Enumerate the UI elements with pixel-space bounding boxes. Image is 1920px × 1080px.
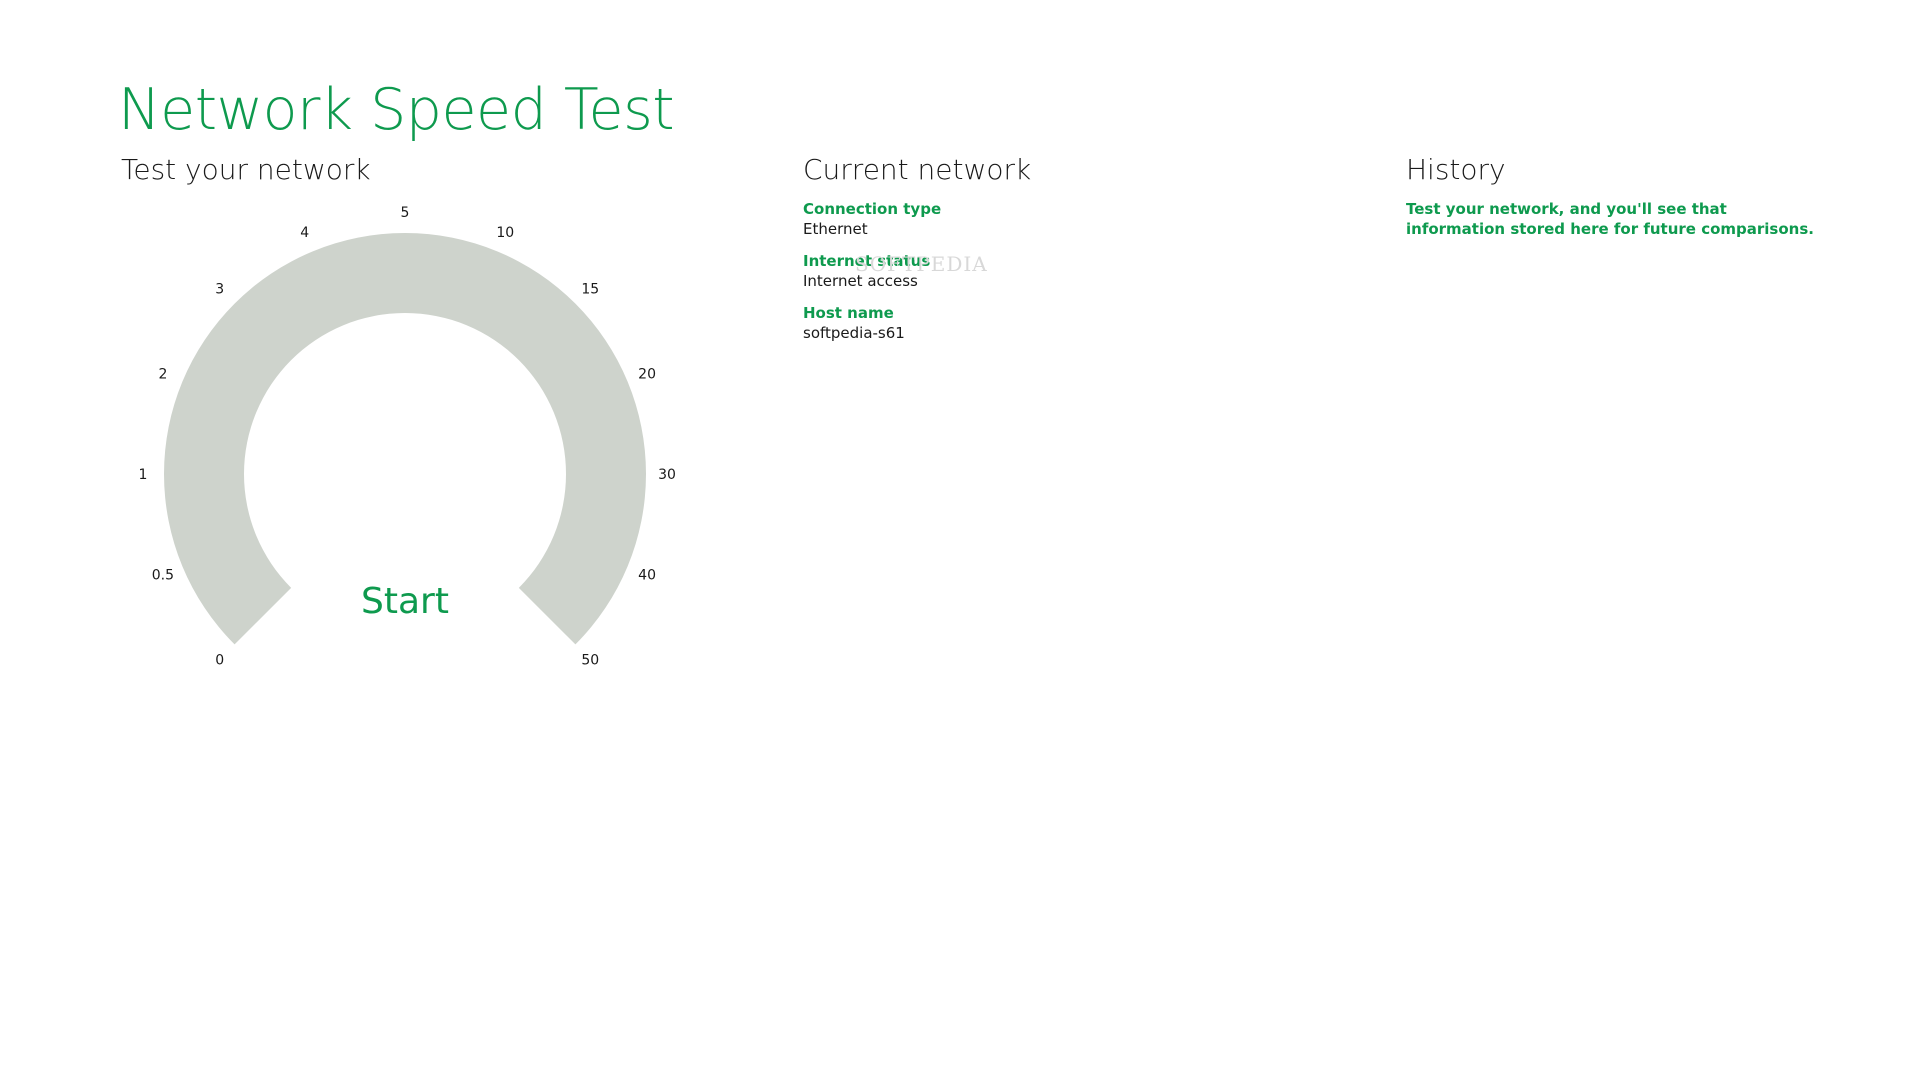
gauge-tick: 0.5 [152, 567, 174, 583]
gauge-tick: 15 [581, 282, 599, 298]
current-network-panel: Connection type Ethernet Internet status… [803, 199, 1163, 355]
history-section-title: History [1406, 153, 1506, 186]
gauge-tick: 40 [638, 567, 656, 583]
app-page: Network Speed Test Test your network Cur… [0, 0, 1920, 1080]
start-button-label[interactable]: Start [361, 581, 449, 622]
speed-gauge: 0 0.5 1 2 3 4 5 10 15 20 30 40 50 Start [139, 205, 676, 668]
gauge-tick: 5 [401, 205, 410, 221]
connection-type-label: Connection type [803, 200, 942, 218]
gauge-tick: 50 [581, 652, 599, 668]
gauge-tick: 0 [215, 652, 224, 668]
start-button[interactable]: Start [340, 570, 470, 630]
gauge-tick: 1 [139, 467, 148, 483]
internet-status-label: Internet status [803, 252, 931, 270]
internet-status-value: Internet access [803, 272, 918, 290]
host-name-value: softpedia-s61 [803, 324, 905, 342]
connection-type-value: Ethernet [803, 220, 868, 238]
gauge-tick: 30 [658, 467, 676, 483]
history-empty-message: Test your network, and you'll see that i… [1406, 200, 1814, 238]
gauge-tick: 2 [158, 367, 167, 383]
gauge-tick: 3 [215, 282, 224, 298]
host-name-label: Host name [803, 304, 894, 322]
gauge-tick: 20 [638, 367, 656, 383]
gauge-tick: 10 [496, 225, 514, 241]
network-section-title: Current network [803, 153, 1032, 186]
gauge-tick: 4 [300, 225, 309, 241]
